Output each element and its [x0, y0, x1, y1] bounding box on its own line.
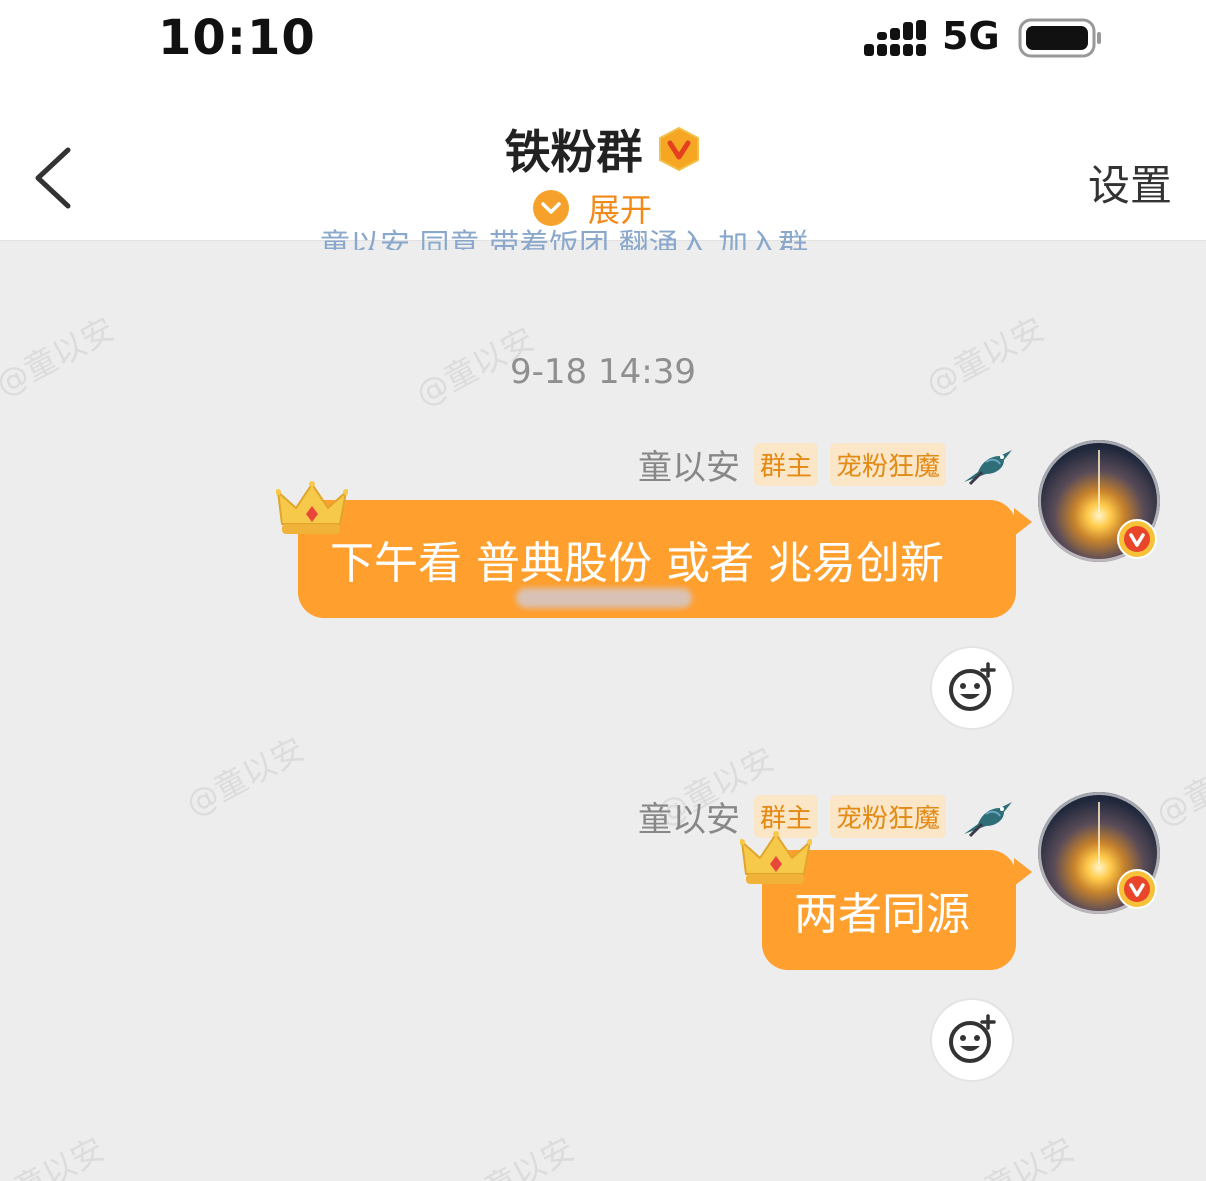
chat-area[interactable]: 童以安 同意 带着饭团 翻涌入 加入群 @童以安 @童以安 @童以安 @童以安 … — [0, 228, 1206, 1181]
watermark: @童以安 — [179, 729, 311, 824]
bird-icon — [964, 802, 1012, 838]
add-reaction-icon — [949, 662, 996, 711]
nav-bar: 铁粉群 展开 设置 — [0, 90, 1206, 241]
add-reaction-icon — [949, 1014, 996, 1063]
message-timestamp: 9-18 14:39 — [510, 352, 696, 392]
vip-badge-icon — [658, 126, 699, 172]
message-header: 童以安 群主 宠粉狂魔 — [638, 792, 1014, 841]
status-bar: 10:10 5G — [0, 0, 1206, 90]
add-reaction-button[interactable] — [930, 998, 1014, 1082]
sender-name[interactable]: 童以安 — [638, 440, 740, 489]
bird-icon — [964, 450, 1012, 486]
add-reaction-button[interactable] — [930, 646, 1014, 730]
settings-button[interactable]: 设置 — [1088, 152, 1172, 213]
signal-icon — [864, 20, 926, 56]
watermark: @童以安 — [449, 1129, 581, 1181]
message-header: 童以安 群主 宠粉狂魔 — [638, 440, 1014, 489]
crown-icon — [276, 481, 348, 534]
fan-title-tag: 宠粉狂魔 — [829, 794, 946, 838]
message-text: 下午看 普典股份 或者 兆易创新 — [330, 538, 944, 589]
message-text: 两者同源 — [794, 889, 970, 940]
status-time: 10:10 — [158, 10, 316, 66]
title-area: 铁粉群 — [0, 116, 1206, 182]
watermark: @童以安 — [1149, 739, 1206, 834]
sender-name[interactable]: 童以安 — [638, 792, 740, 841]
watermark: @童以安 — [949, 1129, 1081, 1181]
system-notice: 童以安 同意 带着饭团 翻涌入 加入群 — [320, 228, 809, 250]
redaction-smudge — [516, 588, 692, 608]
fan-title-tag: 宠粉狂魔 — [829, 442, 946, 486]
page-title: 铁粉群 — [504, 125, 643, 179]
battery-icon — [1018, 18, 1101, 58]
bubble-tail — [1014, 858, 1032, 886]
crown-icon — [740, 831, 812, 884]
watermark: @童以安 — [0, 1129, 111, 1181]
network-type: 5G — [942, 14, 1000, 58]
bubble-tail — [1014, 508, 1032, 536]
owner-tag: 群主 — [753, 442, 818, 486]
verified-v-icon — [1117, 519, 1157, 559]
verified-v-icon — [1117, 869, 1157, 909]
